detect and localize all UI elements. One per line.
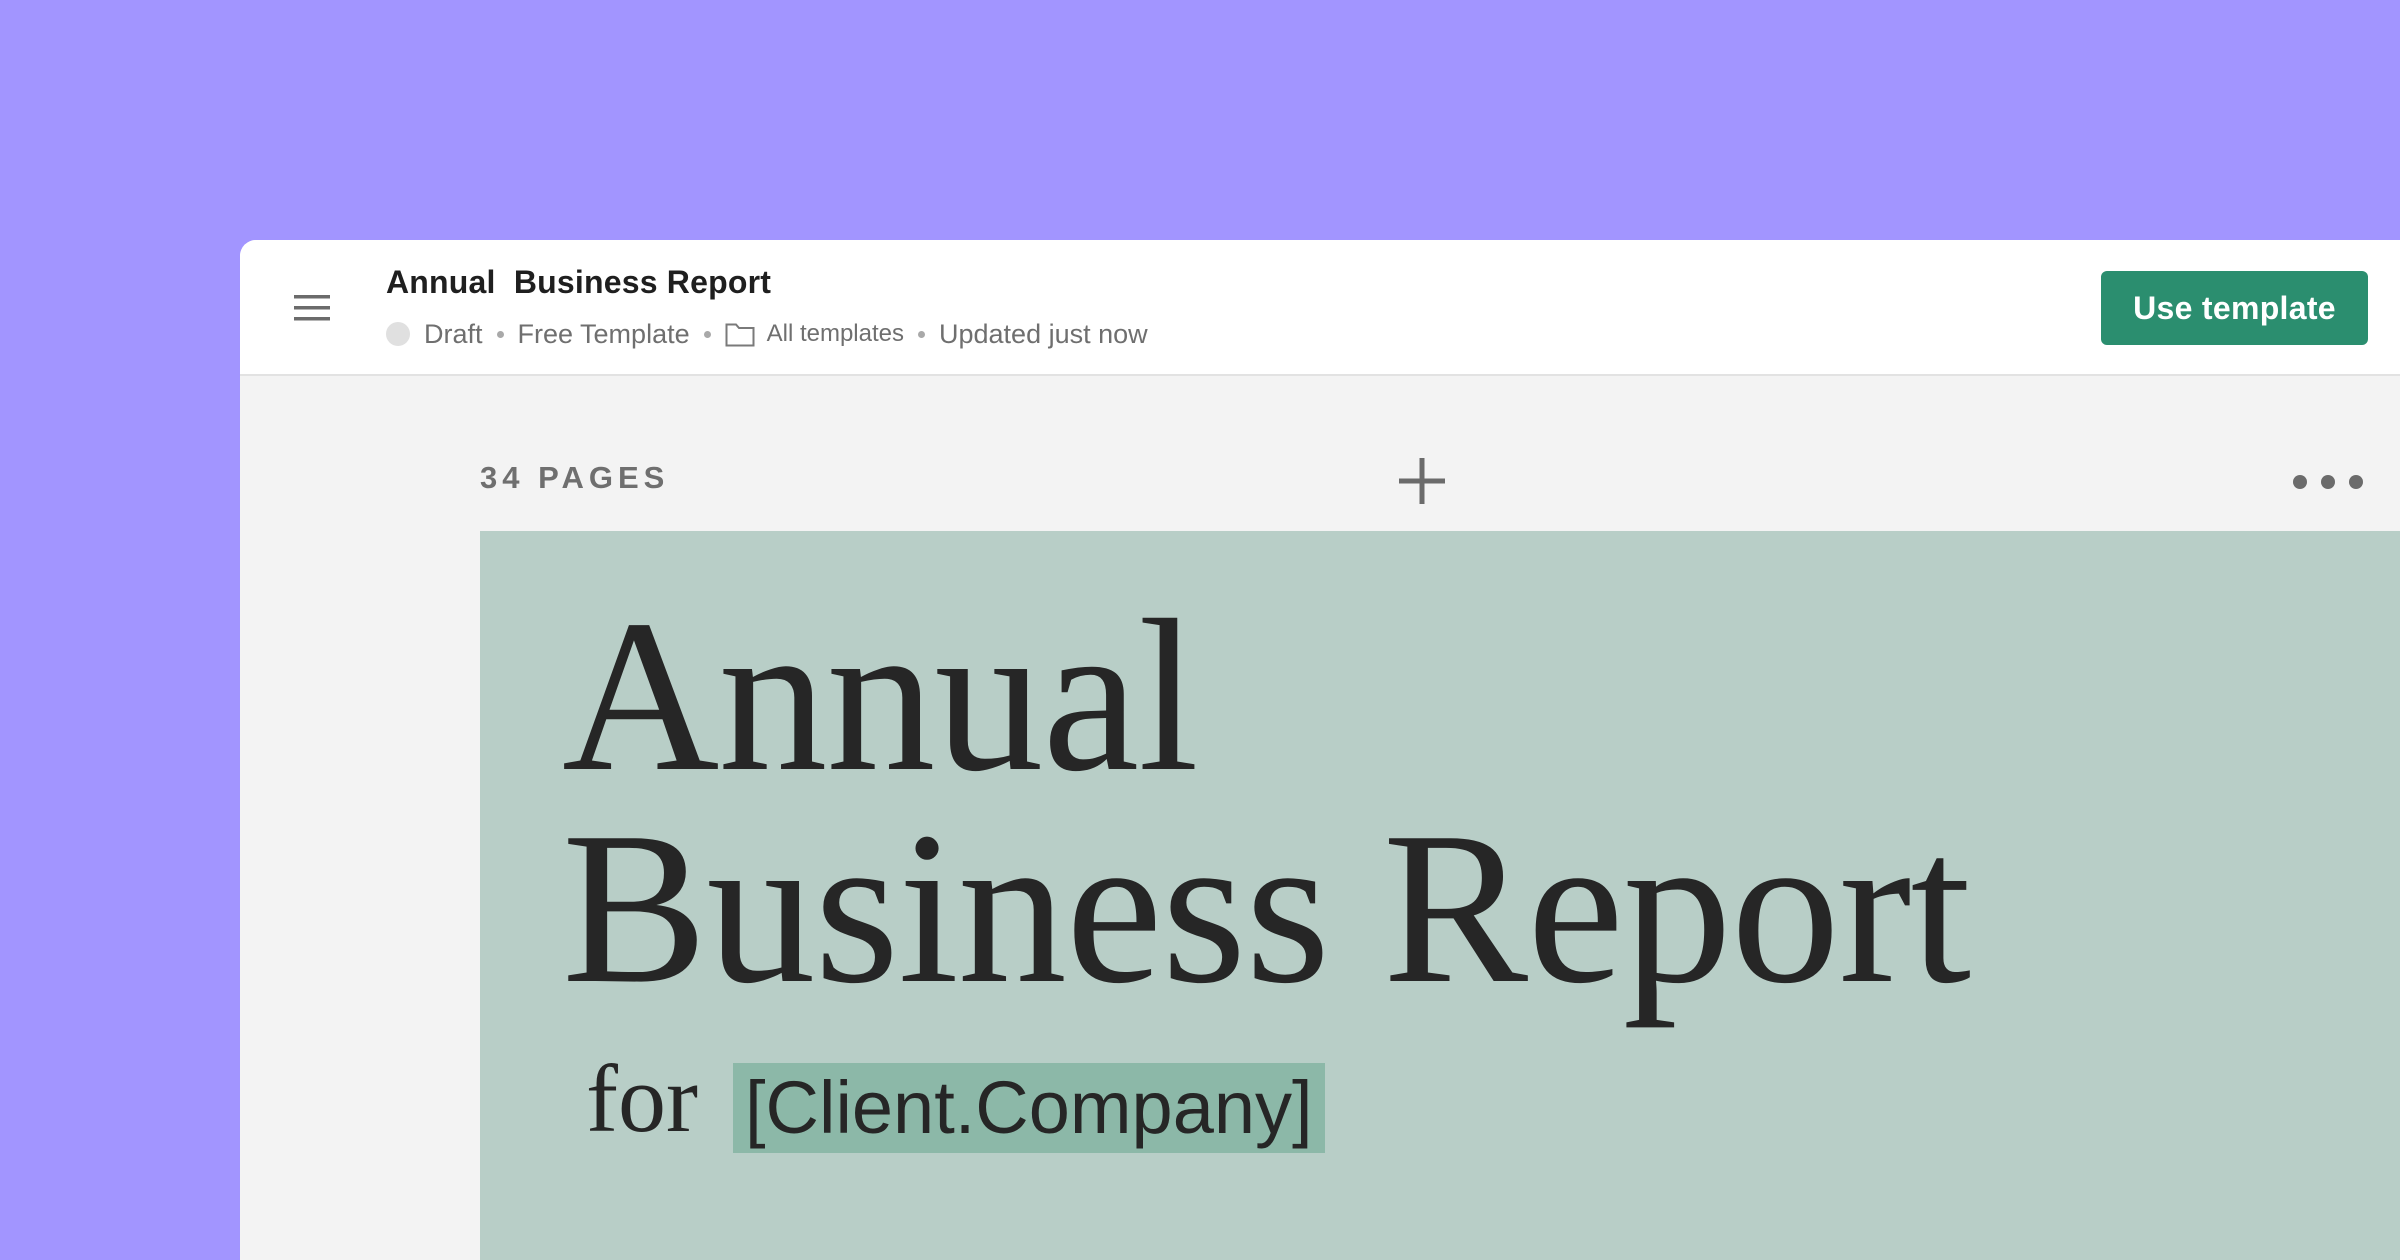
cover-title-line2: Business Report xyxy=(562,788,1971,1029)
folder-icon xyxy=(725,321,755,347)
updated-label: Updated just now xyxy=(939,318,1148,349)
document-meta: Draft Free Template All templates Update… xyxy=(386,314,1148,354)
cover-title-line1: Annual xyxy=(562,576,1199,817)
folder-label: All templates xyxy=(766,320,904,347)
app-window: Annual Business Report Draft Free Templa… xyxy=(240,240,2400,1260)
cover-title[interactable]: Annual Business Report xyxy=(562,588,1971,1018)
separator-dot-icon xyxy=(918,330,925,338)
template-type-label: Free Template xyxy=(517,318,690,349)
folder-link[interactable]: All templates xyxy=(725,320,904,348)
client-company-variable[interactable]: [Client.Company] xyxy=(733,1063,1325,1153)
cover-for-label: for xyxy=(586,1045,698,1152)
more-horizontal-icon[interactable] xyxy=(2290,470,2370,494)
status-label: Draft xyxy=(424,318,483,349)
plus-icon[interactable] xyxy=(1396,455,1448,507)
document-title[interactable]: Annual Business Report xyxy=(386,264,771,301)
separator-dot-icon xyxy=(496,330,504,338)
use-template-button[interactable]: Use template xyxy=(2101,271,2368,345)
hamburger-menu-icon[interactable] xyxy=(292,288,332,328)
top-bar: Annual Business Report Draft Free Templa… xyxy=(240,240,2400,376)
separator-dot-icon xyxy=(703,330,711,338)
status-dot-icon xyxy=(386,322,410,346)
pages-count-label: 34 PAGES xyxy=(480,460,670,495)
document-page[interactable]: Annual Business Report for [Client.Compa… xyxy=(480,531,2400,1260)
